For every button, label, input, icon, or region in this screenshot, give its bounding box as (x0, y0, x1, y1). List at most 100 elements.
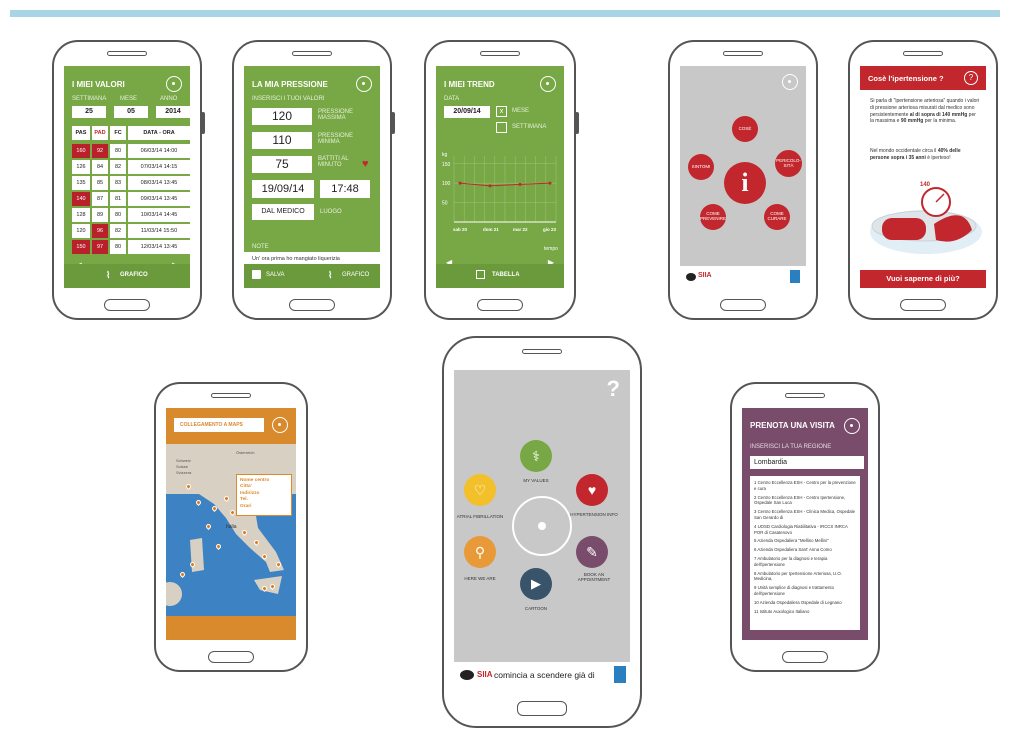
home-button[interactable] (900, 299, 946, 311)
learn-more-button[interactable]: Vuoi saperne di più? (860, 270, 986, 288)
speaker (522, 349, 562, 354)
hypertension-info-button[interactable]: ♥ (576, 474, 608, 506)
x-unit-label: tempo (544, 246, 558, 252)
screen-book-visit: PRENOTA UNA VISITA INSERISCI LA TUA REGI… (742, 408, 868, 640)
list-item[interactable]: 11 Istituto Auxologico Italiano (754, 609, 856, 615)
menu-circle-icon[interactable] (356, 76, 372, 92)
cure-button[interactable]: COME CURARE (764, 204, 790, 230)
whatis-button[interactable]: COSÉ (732, 116, 758, 142)
help-icon[interactable]: ? (607, 376, 620, 402)
month-checkbox[interactable]: x (496, 106, 507, 117)
home-button[interactable] (720, 299, 766, 311)
table-cell[interactable]: 126 (72, 160, 90, 174)
table-cell[interactable]: 140 (72, 192, 90, 206)
table-cell[interactable]: 128 (72, 208, 90, 222)
table-cell[interactable]: 82 (110, 224, 126, 238)
table-cell[interactable]: 120 (72, 224, 90, 238)
menu-circle-icon[interactable] (540, 76, 556, 92)
month-field[interactable]: 05 (114, 106, 148, 118)
menu-circle-icon[interactable] (782, 74, 798, 90)
date-field[interactable]: 19/09/14 (252, 180, 314, 198)
table-cell[interactable]: 160 (72, 144, 90, 158)
region-field[interactable]: Lombardia (750, 456, 864, 469)
year-field[interactable]: 2014 (156, 106, 190, 118)
list-item[interactable]: 4 UOSD Cardiologia Riabilitativa - IRCCS… (754, 524, 856, 536)
table-cell[interactable]: 135 (72, 176, 90, 190)
week-field[interactable]: 25 (72, 106, 106, 118)
table-cell[interactable]: 84 (92, 160, 108, 174)
list-item[interactable]: 6 Azienda Ospedaliera Sant' Anna Como (754, 547, 856, 553)
table-cell[interactable]: 89 (92, 208, 108, 222)
list-item[interactable]: 8 Ambulatorio per Ipertensione Arteriosa… (754, 571, 856, 583)
menu-circle-icon[interactable] (272, 417, 288, 433)
heart-rate-field[interactable]: 75 (252, 156, 312, 173)
symptoms-button[interactable]: SINTOMI (688, 154, 714, 180)
maps-link-button[interactable]: COLLEGAMENTO A MAPS (174, 418, 264, 432)
chart-button[interactable]: GRAFICO (120, 272, 148, 278)
place-field[interactable]: DAL MEDICO (252, 204, 314, 220)
list-item[interactable]: 5 Azienda Ospedaliera "Mellino Mellini" (754, 538, 856, 544)
table-cell[interactable]: 80 (110, 208, 126, 222)
table-cell[interactable]: 97 (92, 240, 108, 254)
table-cell[interactable]: 83 (110, 176, 126, 190)
table-cell[interactable]: 96 (92, 224, 108, 238)
home-button[interactable] (517, 701, 567, 716)
systolic-field[interactable]: 120 (252, 108, 312, 125)
table-cell[interactable]: 10/03/14 14:45 (128, 208, 190, 222)
table-cell[interactable]: 12/03/14 13:45 (128, 240, 190, 254)
diastolic-field[interactable]: 110 (252, 132, 312, 149)
table-cell[interactable]: 80 (110, 144, 126, 158)
chart-icon[interactable]: ⌇ (106, 270, 110, 281)
help-icon[interactable]: ? (964, 71, 978, 85)
table-cell[interactable]: 82 (110, 160, 126, 174)
list-item[interactable]: 3 Centro Eccellenza ESH - Clinica Medica… (754, 509, 856, 521)
center-info-button[interactable]: i (724, 162, 766, 204)
table-cell[interactable]: 80 (110, 240, 126, 254)
systolic-label: PRESSIONE MASSIMA (318, 109, 354, 121)
table-cell[interactable]: 85 (92, 176, 108, 190)
time-field[interactable]: 17:48 (320, 180, 370, 198)
table-cell[interactable]: 09/03/14 13:45 (128, 192, 190, 206)
table-cell[interactable]: 06/03/14 14:00 (128, 144, 190, 158)
table-cell[interactable]: 150 (72, 240, 90, 254)
map-area[interactable]: Österreich Schweiz Suisse Svizzera Itali… (166, 444, 296, 616)
table-cell[interactable]: 92 (92, 144, 108, 158)
cartoon-button[interactable]: ▶ (520, 568, 552, 600)
list-item[interactable]: 2 Centro Eccellenza ESH - Centro Iperten… (754, 495, 856, 507)
table-cell[interactable]: 08/03/14 13:45 (128, 176, 190, 190)
table-button[interactable]: TABELLA (492, 272, 520, 278)
home-button[interactable] (289, 299, 335, 311)
my-values-button[interactable]: ⚕ (520, 440, 552, 472)
chart-icon[interactable]: ⌇ (328, 270, 332, 281)
table-cell[interactable]: 87 (92, 192, 108, 206)
list-item[interactable]: 9 Unità semplice di diagnosi e trattamen… (754, 585, 856, 597)
atrial-fibrillation-button[interactable]: ♡ (464, 474, 496, 506)
speaker (723, 51, 763, 56)
table-cell[interactable]: 11/03/14 15:50 (128, 224, 190, 238)
centers-list[interactable]: 1 Centro Eccellenza ESH - Centro per la … (750, 476, 860, 630)
home-button[interactable] (104, 299, 150, 311)
chart-button[interactable]: GRAFICO (342, 272, 369, 278)
table-cell[interactable]: 07/03/14 14:15 (128, 160, 190, 174)
prevent-button[interactable]: COME PREVENIRE (700, 204, 726, 230)
book-appointment-button[interactable]: ✎ (576, 536, 608, 568)
save-button[interactable]: SALVA (266, 272, 284, 278)
here-we-are-button[interactable]: ⚲ (464, 536, 496, 568)
list-item[interactable]: 10 Azienda Ospedaliera Ospedale di Legna… (754, 600, 856, 606)
danger-button[interactable]: PERICOLO-SITÀ (775, 150, 802, 177)
center-popup[interactable]: Nome centro Citta' Indirizzo Tel. Orari (236, 474, 292, 516)
menu-circle-icon[interactable] (166, 76, 182, 92)
menu-circle-icon[interactable] (844, 418, 860, 434)
x-tick-label: dom 21 (483, 227, 499, 232)
date-field[interactable]: 20/09/14 (444, 106, 490, 118)
table-cell[interactable]: 81 (110, 192, 126, 206)
save-icon[interactable] (252, 270, 261, 279)
home-button[interactable] (208, 651, 254, 663)
list-item[interactable]: 1 Centro Eccellenza ESH - Centro per la … (754, 480, 856, 492)
week-checkbox[interactable] (496, 122, 507, 133)
place-label: LUOGO (320, 209, 342, 215)
home-button[interactable] (477, 299, 523, 311)
home-button[interactable] (782, 651, 828, 663)
list-item[interactable]: 7 Ambulatorio per la diagnosi e terapia … (754, 556, 856, 568)
table-icon[interactable] (476, 270, 485, 279)
